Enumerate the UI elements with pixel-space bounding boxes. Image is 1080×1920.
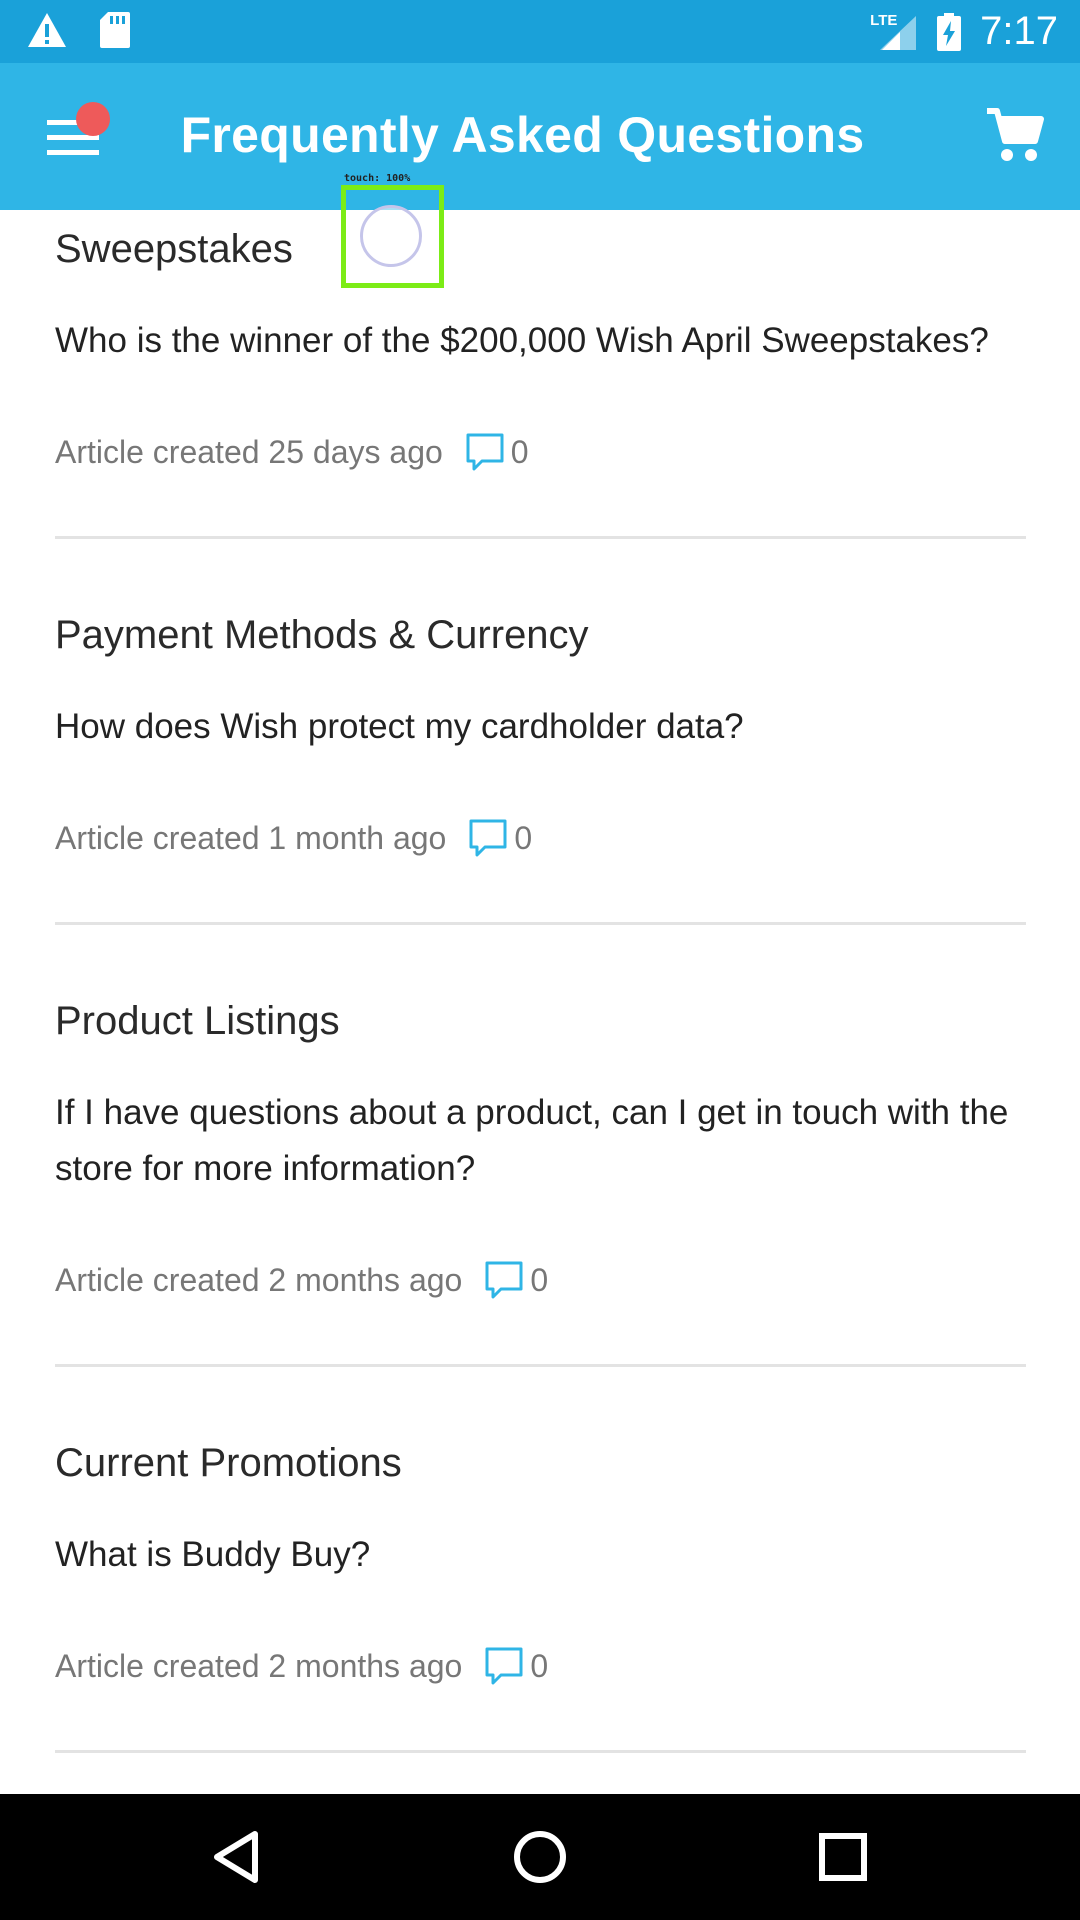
article-created-text: Article created 2 months ago [55,1261,463,1298]
signal-icon [880,15,917,50]
page-title: Frequently Asked Questions [180,107,865,163]
battery-charging-icon [937,12,962,51]
faq-article[interactable]: Payment Methods & Currency How does Wish… [55,596,1026,925]
article-meta: Article created 25 days ago 0 [55,432,529,472]
recents-button[interactable] [808,1822,878,1892]
article-question[interactable]: If I have questions about a product, can… [55,1085,1026,1197]
cart-button[interactable] [985,105,1045,165]
article-created-text: Article created 2 months ago [55,1647,463,1684]
touch-ripple [360,205,422,267]
article-question[interactable]: How does Wish protect my cardholder data… [55,699,1026,755]
status-bar: LTE 7:17 [0,0,1080,63]
status-time: 7:17 [980,9,1058,53]
article-category: Product Listings [55,999,340,1043]
comment-count: 0 [530,1647,549,1684]
system-nav-bar [0,1794,1080,1920]
article-category: Payment Methods & Currency [55,613,589,657]
status-bar-right: LTE 7:17 [870,0,1058,63]
comment-icon [469,819,507,857]
recents-icon [819,1833,867,1881]
article-created-text: Article created 25 days ago [55,433,443,470]
cart-icon [987,108,1044,161]
article-meta: Article created 1 month ago 0 [55,818,532,858]
faq-list[interactable]: Sweepstakes Who is the winner of the $20… [0,210,1080,1794]
signal-indicator: LTE [870,12,918,52]
article-question[interactable]: What is Buddy Buy? [55,1527,1026,1583]
comment-icon [485,1647,523,1685]
comment-icon [466,433,504,471]
comment-icon [485,1261,523,1299]
faq-article[interactable]: Current Promotions What is Buddy Buy? Ar… [55,1424,1026,1753]
back-icon [214,1831,258,1883]
article-meta: Article created 2 months ago 0 [55,1646,548,1686]
comment-count: 0 [514,819,533,856]
home-button[interactable] [505,1822,575,1892]
article-category: Sweepstakes [55,227,293,271]
touch-indicator-label: touch: 100% [344,173,411,184]
article-created-text: Article created 1 month ago [55,819,447,856]
back-button[interactable] [203,1822,273,1892]
sd-card-icon [100,12,130,48]
home-icon [514,1831,566,1883]
comment-count: 0 [530,1261,549,1298]
warning-icon [28,13,66,47]
faq-article[interactable]: Product Listings If I have questions abo… [55,982,1026,1367]
article-question[interactable]: Who is the winner of the $200,000 Wish A… [55,313,1045,369]
comment-count: 0 [510,433,529,470]
faq-article[interactable]: Sweepstakes Who is the winner of the $20… [55,210,1026,539]
article-category: Current Promotions [55,1441,402,1485]
article-meta: Article created 2 months ago 0 [55,1260,548,1300]
status-bar-left [26,10,132,50]
